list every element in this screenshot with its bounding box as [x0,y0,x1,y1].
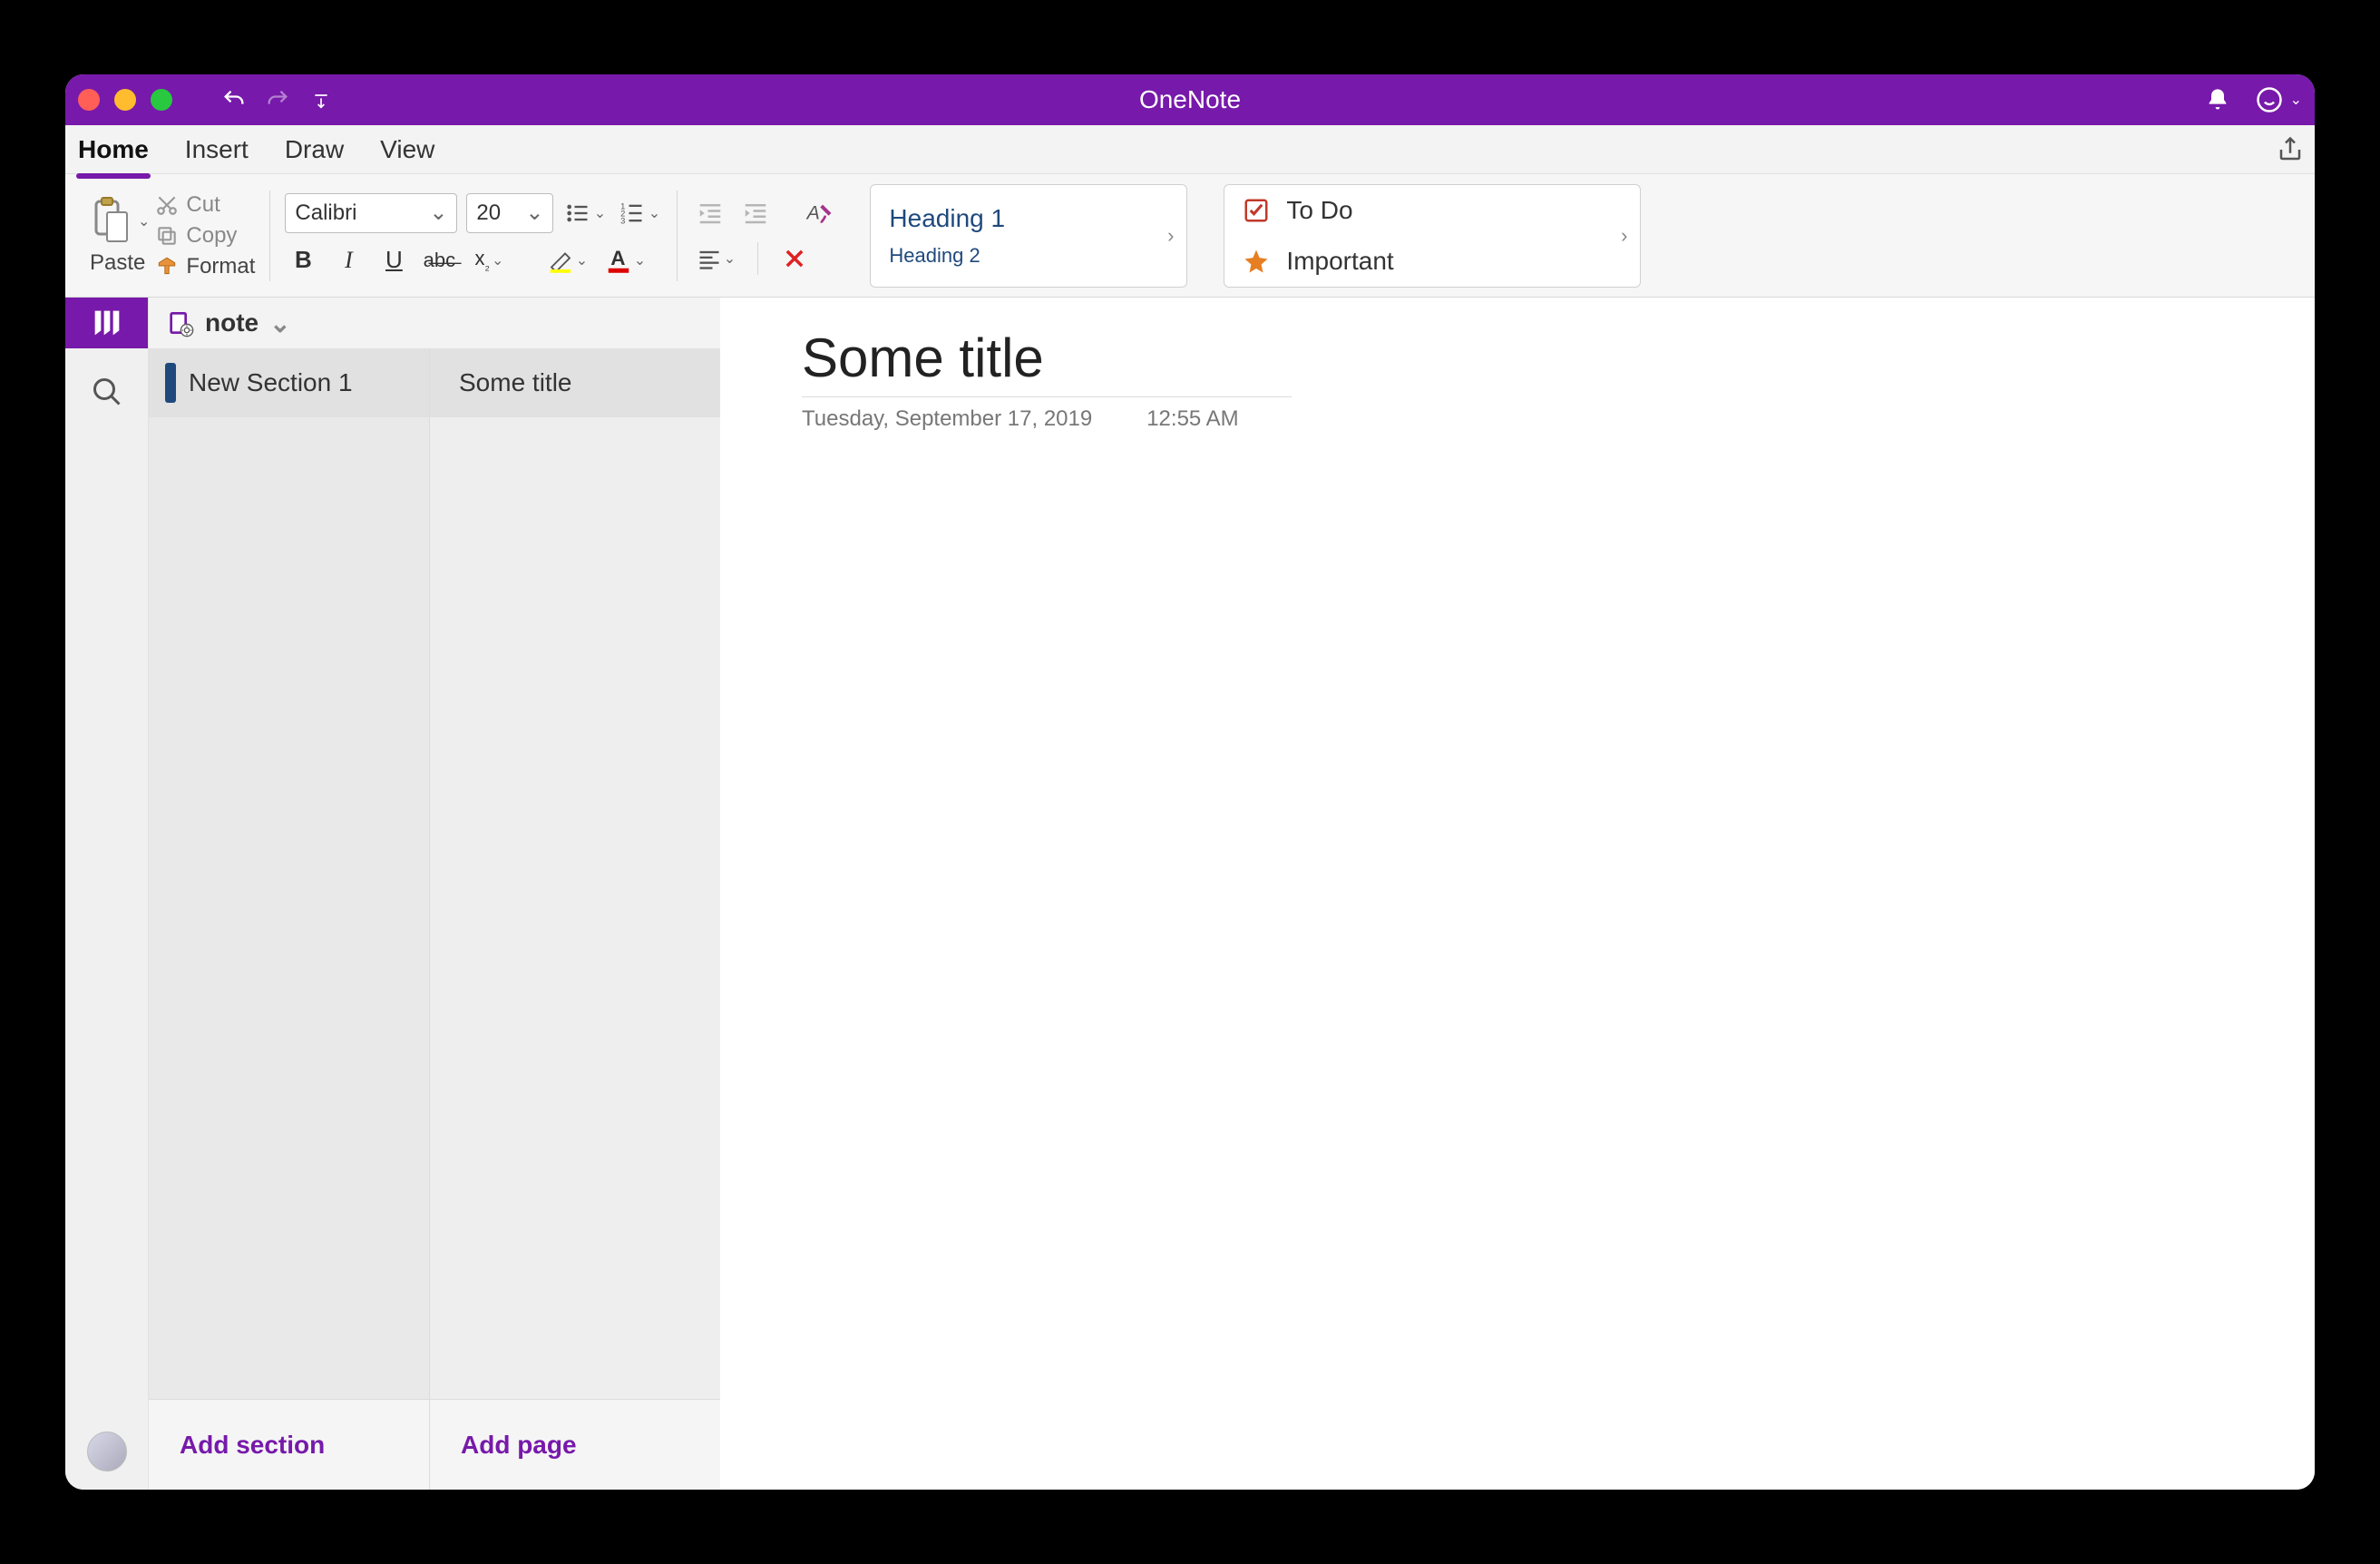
title-bar: OneNote ⌄ [65,74,2315,125]
page-title[interactable]: Some title [802,319,1292,397]
tab-home[interactable]: Home [76,128,151,171]
avatar[interactable] [87,1432,127,1471]
style-heading1[interactable]: Heading 1 [889,204,1168,233]
tag-todo[interactable]: To Do [1243,185,1622,236]
italic-button[interactable]: I [330,242,366,279]
font-color-button[interactable]: A⌄ [600,242,649,279]
share-button[interactable] [2277,136,2304,163]
tag-important[interactable]: Important [1243,236,1622,287]
numbering-button[interactable]: 123⌄ [617,195,662,231]
sections-list: New Section 1 Add section [149,348,430,1490]
page-metadata: Tuesday, September 17, 2019 12:55 AM [802,406,2233,432]
ribbon-clipboard: ⌄ Paste Cut Copy Format [74,174,266,297]
chevron-right-icon: › [1167,224,1174,248]
format-painter-button[interactable]: Format [155,254,255,279]
align-button[interactable]: ⌄ [692,240,739,277]
bullets-button[interactable]: ⌄ [562,195,608,231]
notebook-selector[interactable]: note ⌄ [149,298,720,348]
navigation-panel: note ⌄ New Section 1 Add section Som [149,298,720,1490]
chevron-right-icon: › [1621,224,1627,248]
clipboard-icon [85,196,136,247]
ribbon-font: Calibri⌄ 20⌄ ⌄ 123⌄ B I U a̶b [274,174,673,297]
add-page-button[interactable]: Add page [430,1399,720,1490]
page-date: Tuesday, September 17, 2019 [802,406,1092,432]
paste-button[interactable]: ⌄ Paste [85,196,150,276]
search-button[interactable] [91,376,123,408]
page-item[interactable]: Some title [430,348,720,417]
strike-button[interactable]: a̶b̶c̶ [421,242,457,279]
tab-insert[interactable]: Insert [183,128,250,171]
app-window: OneNote ⌄ Home Insert Draw View [65,74,2315,1490]
main-body: note ⌄ New Section 1 Add section Som [65,298,2315,1490]
add-section-button[interactable]: Add section [149,1399,429,1490]
clear-formatting-button[interactable]: A [801,195,837,231]
delete-button[interactable] [776,240,813,277]
font-name-combo[interactable]: Calibri⌄ [285,193,457,233]
app-title: OneNote [65,85,2315,114]
subscript-button[interactable]: x₂⌄ [466,242,512,279]
ribbon-paragraph: A ⌄ [681,174,848,297]
copy-button[interactable]: Copy [155,223,255,249]
separator [757,242,758,275]
style-heading2[interactable]: Heading 2 [889,244,1168,268]
page-time: 12:55 AM [1146,406,1238,432]
clipboard-small: Cut Copy Format [155,192,255,279]
menu-bar: Home Insert Draw View [65,125,2315,174]
left-rail [65,298,149,1490]
paste-label: Paste [90,250,145,276]
outdent-button[interactable] [692,195,728,231]
highlight-button[interactable]: ⌄ [542,242,591,279]
svg-text:A: A [805,201,820,223]
svg-text:A: A [610,247,625,269]
underline-button[interactable]: U [376,242,412,279]
tab-view[interactable]: View [378,128,436,171]
page-canvas[interactable]: Some title Tuesday, September 17, 2019 1… [720,298,2315,1490]
tab-draw[interactable]: Draw [283,128,346,171]
bold-button[interactable]: B [285,242,321,279]
font-size-combo[interactable]: 20⌄ [466,193,553,233]
tags-gallery[interactable]: To Do Important › [1224,184,1641,288]
separator [269,191,270,281]
section-color-tab [165,363,176,403]
indent-button[interactable] [737,195,774,231]
section-item[interactable]: New Section 1 [149,348,429,417]
styles-gallery[interactable]: Heading 1 Heading 2 › [870,184,1187,288]
nav-split: New Section 1 Add section Some title Add… [149,348,720,1490]
ribbon: ⌄ Paste Cut Copy Format [65,174,2315,298]
separator [677,191,678,281]
pages-list: Some title Add page [430,348,720,1490]
cut-button[interactable]: Cut [155,192,255,218]
notebooks-button[interactable] [65,298,148,348]
svg-text:3: 3 [620,216,625,225]
